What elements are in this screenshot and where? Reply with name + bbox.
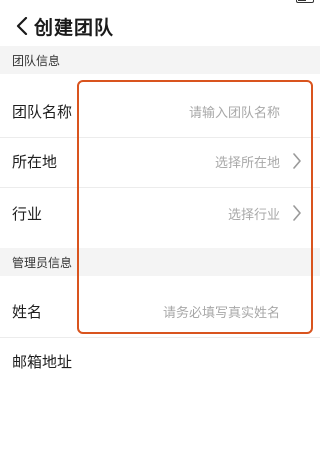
page-title: 创建团队 bbox=[34, 17, 115, 39]
email-row[interactable]: 邮箱地址 bbox=[0, 334, 320, 388]
team-name-input[interactable]: 请输入团队名称 bbox=[189, 84, 280, 138]
industry-select[interactable]: 选择行业 bbox=[228, 186, 280, 240]
person-name-input[interactable]: 请务必填写真实姓名 bbox=[163, 284, 280, 338]
industry-row[interactable]: 行业 选择行业 bbox=[0, 186, 320, 240]
industry-label: 行业 bbox=[12, 204, 43, 223]
team-name-row[interactable]: 团队名称 请输入团队名称 bbox=[0, 84, 320, 138]
location-row[interactable]: 所在地 选择所在地 bbox=[0, 134, 320, 188]
section-header-admin-info: 管理员信息 bbox=[0, 248, 320, 276]
email-label: 邮箱地址 bbox=[12, 352, 73, 371]
team-name-label: 团队名称 bbox=[12, 102, 73, 121]
location-select[interactable]: 选择所在地 bbox=[215, 134, 280, 188]
battery-icon bbox=[296, 0, 314, 3]
chevron-left-icon bbox=[16, 17, 28, 35]
navigation-bar: 创建团队 bbox=[0, 6, 320, 46]
location-label: 所在地 bbox=[12, 152, 58, 171]
chevron-right-icon bbox=[293, 153, 301, 169]
section-header-team-info: 团队信息 bbox=[0, 46, 320, 74]
person-name-row[interactable]: 姓名 请务必填写真实姓名 bbox=[0, 284, 320, 338]
chevron-right-icon bbox=[293, 205, 301, 221]
back-button[interactable] bbox=[10, 12, 34, 40]
person-name-label: 姓名 bbox=[12, 302, 43, 321]
